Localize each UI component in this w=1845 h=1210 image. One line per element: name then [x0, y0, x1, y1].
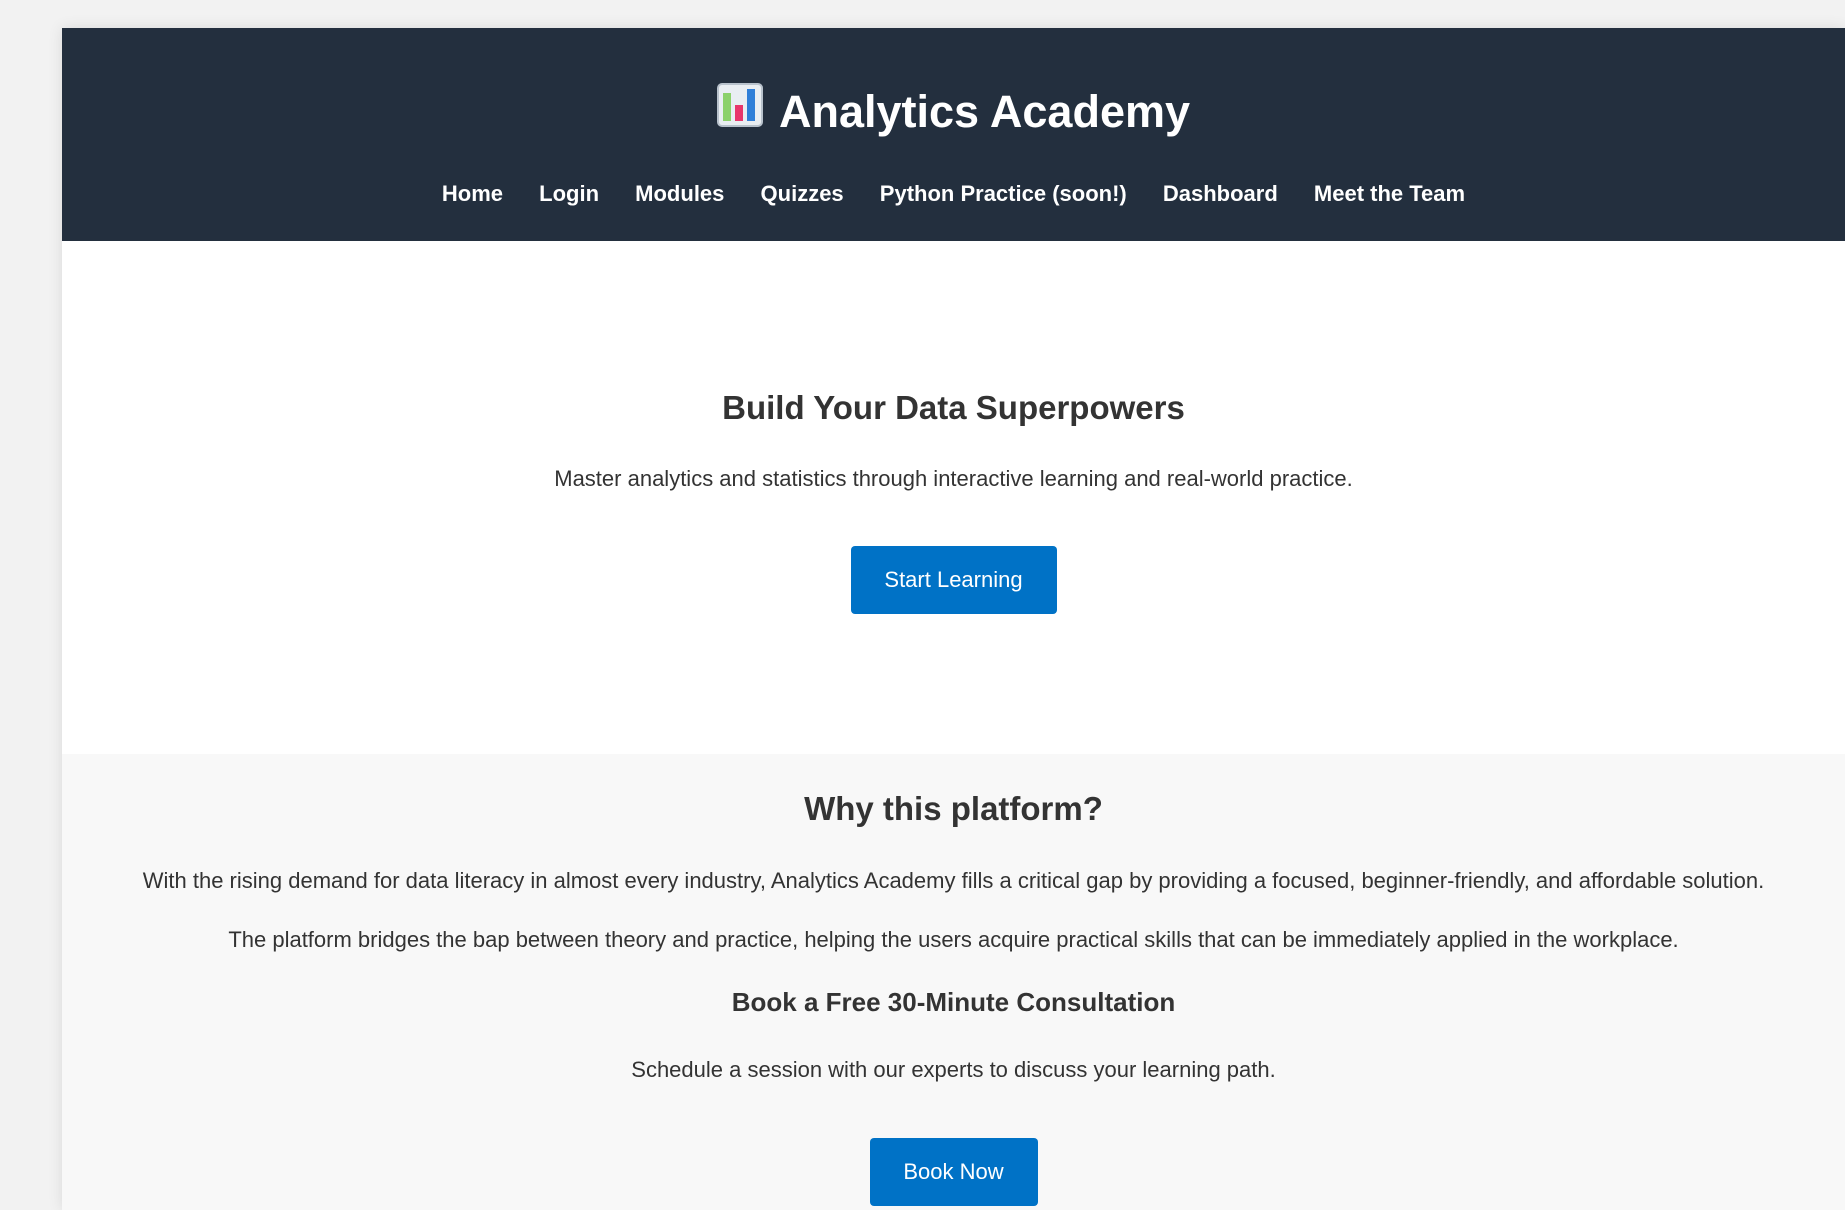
nav-quizzes[interactable]: Quizzes — [761, 181, 844, 206]
book-now-button[interactable]: Book Now — [869, 1138, 1038, 1206]
hero-title: Build Your Data Superpowers — [722, 389, 1185, 426]
consultation-text: Schedule a session with our experts to d… — [631, 1057, 1276, 1082]
nav-home[interactable]: Home — [442, 181, 503, 206]
why-paragraph-2: The platform bridges the bap between the… — [228, 927, 1679, 952]
start-learning-button[interactable]: Start Learning — [850, 546, 1057, 614]
why-section: Why this platform? With the rising deman… — [62, 754, 1845, 1210]
brand-title: Analytics Academy — [778, 86, 1191, 137]
bar-chart-icon — [716, 82, 763, 140]
nav-dashboard[interactable]: Dashboard — [1163, 181, 1278, 206]
site-header: Analytics Academy Home Login Modules Qui… — [62, 28, 1845, 241]
hero-cta-wrap: Start Learning — [62, 546, 1845, 614]
consultation-title: Book a Free 30-Minute Consultation — [731, 987, 1176, 1017]
why-title: Why this platform? — [804, 790, 1103, 827]
why-paragraph-1: With the rising demand for data literacy… — [142, 868, 1765, 893]
nav-login[interactable]: Login — [539, 181, 599, 206]
page: Analytics Academy Home Login Modules Qui… — [62, 28, 1845, 1210]
main-nav: Home Login Modules Quizzes Python Practi… — [62, 180, 1845, 208]
hero-subtitle: Master analytics and statistics through … — [554, 466, 1353, 491]
consultation-cta-wrap: Book Now — [62, 1138, 1845, 1206]
nav-meet-the-team[interactable]: Meet the Team — [1314, 181, 1465, 206]
nav-python-practice[interactable]: Python Practice (soon!) — [880, 181, 1127, 206]
nav-modules[interactable]: Modules — [635, 181, 724, 206]
brand[interactable]: Analytics Academy — [62, 82, 1845, 144]
